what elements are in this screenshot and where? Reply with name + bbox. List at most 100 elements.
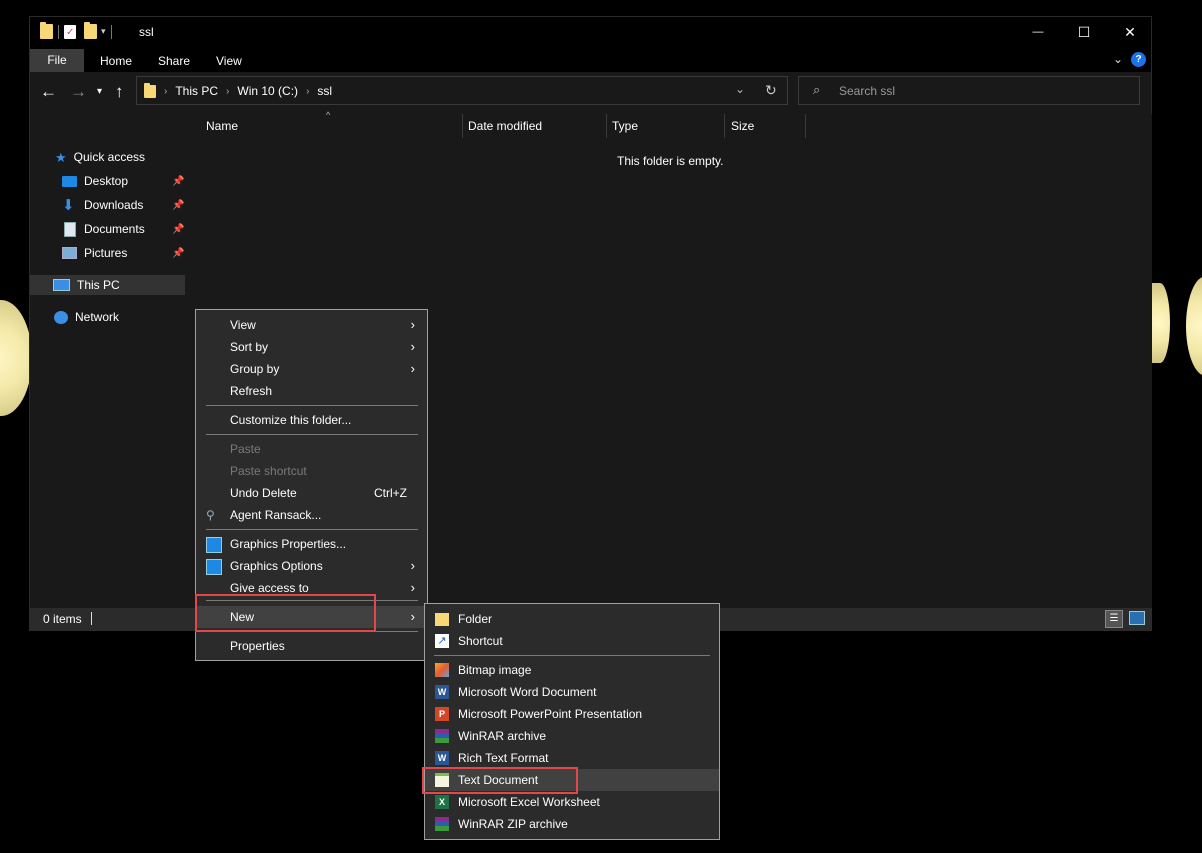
- nav-item-documents[interactable]: Documents 📌: [62, 219, 187, 239]
- menu-label: Properties: [230, 639, 285, 653]
- menu-separator: [206, 529, 418, 530]
- column-header-date-modified[interactable]: Date modified: [463, 114, 607, 138]
- nav-item-network[interactable]: Network: [54, 307, 119, 327]
- menu-label: Paste: [230, 442, 261, 456]
- window-title: ssl: [139, 25, 154, 39]
- highlight-box-new: [195, 594, 376, 632]
- submenu-item-excel[interactable]: X Microsoft Excel Worksheet: [425, 791, 719, 813]
- nav-label: Network: [75, 310, 120, 324]
- submenu-item-bitmap[interactable]: Bitmap image: [425, 659, 719, 681]
- menu-item-graphics-options[interactable]: Graphics Options ›: [196, 555, 427, 577]
- menu-item-properties[interactable]: Properties: [196, 635, 427, 657]
- pin-icon[interactable]: 📌: [172, 200, 184, 211]
- maximize-button[interactable]: ☐: [1061, 17, 1107, 47]
- tab-file[interactable]: File: [30, 49, 84, 72]
- column-header-type[interactable]: Type: [607, 114, 725, 138]
- item-count: 0 items: [43, 612, 82, 626]
- submenu-item-powerpoint[interactable]: P Microsoft PowerPoint Presentation: [425, 703, 719, 725]
- column-header-name[interactable]: Name: [187, 114, 463, 138]
- quick-access-toolbar: ✓ ▾: [40, 22, 117, 39]
- menu-label: View: [230, 318, 256, 332]
- pictures-icon: [62, 247, 77, 259]
- shortcut-label: Ctrl+Z: [374, 486, 407, 500]
- minimize-button[interactable]: —: [1015, 17, 1061, 47]
- submenu-item-rtf[interactable]: W Rich Text Format: [425, 747, 719, 769]
- column-header-size[interactable]: Size: [725, 114, 806, 138]
- menu-item-customize-folder[interactable]: Customize this folder...: [196, 409, 427, 431]
- navigation-pane: ★ Quick access Desktop 📌 ⬇ Downloads 📌 D…: [30, 114, 187, 608]
- pin-icon[interactable]: 📌: [172, 224, 184, 235]
- breadcrumb-this-pc[interactable]: This PC: [175, 84, 218, 98]
- rich-text-icon: W: [435, 751, 449, 765]
- breadcrumb-chevron-icon[interactable]: ›: [226, 86, 229, 97]
- recent-locations-chevron-icon[interactable]: ▾: [97, 83, 102, 101]
- wallpaper-moon-left: [0, 300, 32, 416]
- breadcrumb-drive[interactable]: Win 10 (C:): [237, 84, 298, 98]
- nav-item-desktop[interactable]: Desktop 📌: [62, 171, 187, 191]
- excel-icon: X: [435, 795, 449, 809]
- submenu-arrow-icon: ›: [410, 339, 415, 354]
- menu-item-graphics-properties[interactable]: Graphics Properties...: [196, 533, 427, 555]
- submenu-item-winrar[interactable]: WinRAR archive: [425, 725, 719, 747]
- nav-label: Quick access: [73, 150, 146, 164]
- new-folder-icon[interactable]: [84, 22, 97, 39]
- folder-icon: [435, 613, 449, 626]
- empty-folder-message: This folder is empty.: [617, 154, 724, 168]
- menu-label: Bitmap image: [458, 663, 532, 677]
- tab-view[interactable]: View: [216, 51, 242, 71]
- pin-icon[interactable]: 📌: [172, 248, 184, 259]
- menu-label: WinRAR archive: [458, 729, 547, 743]
- nav-item-quick-access[interactable]: ★ Quick access: [55, 147, 145, 167]
- menu-item-agent-ransack[interactable]: ⚲ Agent Ransack...: [196, 504, 427, 526]
- menu-item-undo-delete[interactable]: Undo Delete Ctrl+Z: [196, 482, 427, 504]
- search-placeholder: Search ssl: [839, 84, 896, 98]
- submenu-item-word[interactable]: W Microsoft Word Document: [425, 681, 719, 703]
- intel-graphics-icon: [206, 537, 222, 553]
- menu-label: Microsoft Word Document: [458, 685, 597, 699]
- nav-label: Downloads: [84, 198, 144, 212]
- up-arrow-icon[interactable]: ↑: [115, 83, 124, 101]
- refresh-icon[interactable]: ↻: [765, 82, 777, 99]
- menu-item-view[interactable]: View ›: [196, 314, 427, 336]
- breadcrumb-chevron-icon[interactable]: ›: [306, 86, 309, 97]
- submenu-item-shortcut[interactable]: ↗ Shortcut: [425, 630, 719, 652]
- details-view-icon[interactable]: ☰: [1105, 610, 1123, 628]
- intel-graphics-icon: [206, 559, 222, 575]
- menu-item-sort-by[interactable]: Sort by ›: [196, 336, 427, 358]
- submenu-arrow-icon: ›: [410, 609, 415, 624]
- breadcrumb-chevron-icon[interactable]: ›: [164, 86, 167, 97]
- address-history-chevron-icon[interactable]: ⌄: [735, 82, 745, 96]
- submenu-arrow-icon: ›: [410, 558, 415, 573]
- nav-item-this-pc[interactable]: This PC: [30, 275, 185, 295]
- submenu-item-folder[interactable]: Folder: [425, 608, 719, 630]
- search-icon: ⌕: [813, 82, 821, 97]
- back-arrow-icon[interactable]: ←: [40, 83, 57, 101]
- forward-arrow-icon[interactable]: →: [70, 83, 87, 101]
- properties-check-icon[interactable]: ✓: [64, 24, 76, 39]
- search-box[interactable]: ⌕ Search ssl: [798, 76, 1140, 105]
- submenu-item-winrar-zip[interactable]: WinRAR ZIP archive: [425, 813, 719, 835]
- tab-share[interactable]: Share: [158, 51, 190, 71]
- nav-item-downloads[interactable]: ⬇ Downloads 📌: [62, 195, 187, 215]
- breadcrumb-ssl[interactable]: ssl: [317, 84, 332, 98]
- expand-ribbon-chevron-icon[interactable]: ⌄: [1113, 52, 1123, 66]
- customize-toolbar-chevron-icon[interactable]: ▾: [101, 26, 106, 37]
- menu-item-refresh[interactable]: Refresh: [196, 380, 427, 402]
- computer-icon: [53, 279, 70, 291]
- menu-item-group-by[interactable]: Group by ›: [196, 358, 427, 380]
- close-button[interactable]: ✕: [1107, 17, 1153, 47]
- help-icon[interactable]: ?: [1131, 52, 1146, 67]
- navigation-bar: ← → ▾ ↑ › This PC › Win 10 (C:) › ssl ⌄ …: [30, 72, 1151, 114]
- pin-icon[interactable]: 📌: [172, 176, 184, 187]
- breadcrumb: › This PC › Win 10 (C:) › ssl: [144, 82, 332, 98]
- folder-icon: [144, 82, 156, 98]
- document-icon: [64, 221, 76, 237]
- menu-label: Rich Text Format: [458, 751, 549, 765]
- ribbon: File Home Share View ⌄ ?: [30, 47, 1151, 72]
- menu-separator: [206, 405, 418, 406]
- nav-item-pictures[interactable]: Pictures 📌: [62, 243, 187, 263]
- tab-home[interactable]: Home: [100, 51, 132, 71]
- menu-label: Microsoft Excel Worksheet: [458, 795, 600, 809]
- large-icons-view-icon[interactable]: [1129, 611, 1145, 625]
- address-bar[interactable]: › This PC › Win 10 (C:) › ssl ⌄ ↻: [136, 76, 788, 105]
